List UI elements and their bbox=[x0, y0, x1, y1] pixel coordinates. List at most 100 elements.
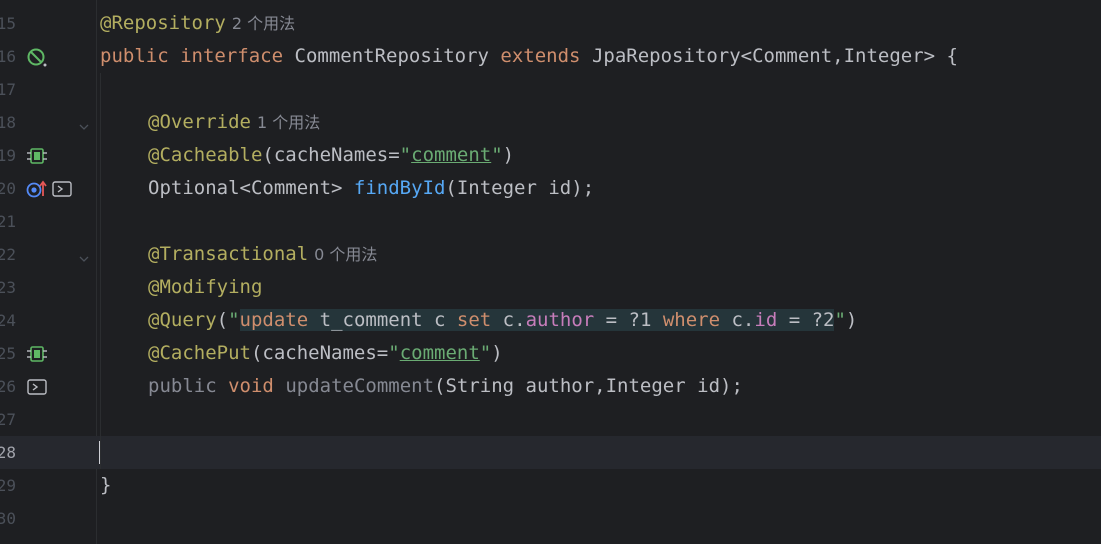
bean-icon[interactable] bbox=[27, 147, 47, 164]
keyword-token: interface bbox=[180, 45, 284, 67]
code-line[interactable]: 26 public void updateComment(String auth… bbox=[0, 370, 1101, 403]
identifier-token: (String author,Integer id); bbox=[434, 375, 743, 397]
line-number: 30 bbox=[0, 509, 16, 528]
code-line[interactable]: 18 @Override 1 个用法 bbox=[0, 106, 1101, 139]
annotation-token: @Override bbox=[148, 111, 251, 133]
keyword-token: void bbox=[228, 375, 274, 397]
code-text[interactable]: @Override 1 个用法 bbox=[148, 106, 320, 139]
annotation-token: @Query bbox=[148, 309, 217, 331]
identifier-token: CommentRepository bbox=[294, 45, 489, 67]
code-line[interactable]: 20 Optional<Comment> findById(Integer id… bbox=[0, 172, 1101, 205]
line-number: 23 bbox=[0, 278, 16, 297]
identifier-token: (Integer id); bbox=[445, 177, 595, 199]
usage-hint[interactable]: 0 个用法 bbox=[314, 245, 377, 264]
code-line[interactable]: 16 public interface CommentRepository ex… bbox=[0, 40, 1101, 73]
sql-field-token: author bbox=[525, 309, 595, 331]
code-line-current[interactable]: 28 bbox=[0, 436, 1101, 469]
method-name-token[interactable]: updateComment bbox=[285, 375, 434, 397]
usage-hint[interactable]: 1 个用法 bbox=[257, 113, 320, 132]
code-editor[interactable]: 15 @Repository 2 个用法 16 public interface … bbox=[0, 0, 1101, 544]
line-number: 24 bbox=[0, 311, 16, 330]
line-number: 22 bbox=[0, 245, 16, 264]
fold-chevron-icon[interactable] bbox=[78, 116, 90, 130]
code-line[interactable]: 22 @Transactional 0 个用法 bbox=[0, 238, 1101, 271]
code-text[interactable]: @Transactional 0 个用法 bbox=[148, 238, 377, 271]
code-text[interactable]: @Query("update t_comment c set c.author … bbox=[148, 304, 857, 337]
code-line[interactable]: 21 bbox=[0, 205, 1101, 238]
sql-identifier-token: c. bbox=[491, 309, 526, 331]
line-number: 15 bbox=[0, 14, 16, 33]
bean-icon[interactable] bbox=[27, 345, 47, 362]
sql-identifier-token: = ?1 bbox=[594, 309, 663, 331]
code-line[interactable]: 23 @Modifying bbox=[0, 271, 1101, 304]
code-line[interactable]: 17 bbox=[0, 73, 1101, 106]
keyword-token: public bbox=[148, 375, 217, 397]
annotation-token: @Cacheable bbox=[148, 144, 263, 166]
code-line[interactable]: 30 bbox=[0, 502, 1101, 535]
code-text[interactable]: @Cacheable(cacheNames="comment") bbox=[148, 139, 514, 172]
code-line[interactable]: 24 @Query("update t_comment c set c.auth… bbox=[0, 304, 1101, 337]
identifier-token: ) bbox=[502, 144, 515, 166]
sql-keyword-token: where bbox=[662, 309, 721, 331]
string-token: " bbox=[834, 309, 846, 331]
line-number: 20 bbox=[0, 179, 16, 198]
line-number: 27 bbox=[0, 410, 16, 429]
no-implementations-icon[interactable] bbox=[27, 48, 47, 67]
overrides-method-icon[interactable] bbox=[26, 180, 48, 198]
sql-keyword-token: set bbox=[456, 309, 492, 331]
line-number: 16 bbox=[0, 47, 16, 66]
identifier-token: (cacheNames= bbox=[250, 342, 389, 364]
line-number: 18 bbox=[0, 113, 16, 132]
fold-chevron-icon[interactable] bbox=[78, 248, 90, 262]
sql-identifier-token: c. bbox=[720, 309, 755, 331]
code-text[interactable]: Optional<Comment> findById(Integer id); bbox=[148, 172, 594, 205]
string-token: " bbox=[399, 144, 412, 166]
line-number: 29 bbox=[0, 476, 16, 495]
code-line[interactable]: 25 @CachePut(cacheNames="comment") bbox=[0, 337, 1101, 370]
code-text[interactable]: public interface CommentRepository exten… bbox=[100, 40, 958, 73]
keyword-token: public bbox=[100, 45, 169, 67]
code-text[interactable]: @Modifying bbox=[148, 271, 262, 304]
line-number: 21 bbox=[0, 212, 16, 231]
keyword-token: extends bbox=[500, 45, 581, 67]
sql-keyword-token: update bbox=[239, 309, 309, 331]
identifier-token: JpaRepository<Comment,Integer> { bbox=[591, 45, 958, 67]
line-number: 19 bbox=[0, 146, 16, 165]
annotation-token: @CachePut bbox=[148, 342, 251, 364]
string-token: " bbox=[479, 342, 492, 364]
string-token: " bbox=[228, 309, 240, 331]
annotation-token: @Repository bbox=[100, 12, 226, 34]
identifier-token: Optional<Comment> bbox=[148, 177, 354, 199]
code-line[interactable]: 27 bbox=[0, 403, 1101, 436]
code-line[interactable]: 19 @Cacheable(cacheNames="comment") bbox=[0, 139, 1101, 172]
sql-identifier-token: = ?2 bbox=[777, 309, 835, 331]
line-number: 25 bbox=[0, 344, 16, 363]
injected-sql-fragment[interactable]: update t_comment c set c.author = ?1 whe… bbox=[239, 309, 835, 331]
sql-query-icon[interactable] bbox=[52, 180, 72, 197]
indent-guide bbox=[100, 73, 101, 469]
string-link-token[interactable]: comment bbox=[400, 342, 480, 364]
identifier-token: ) bbox=[845, 309, 858, 331]
line-number: 17 bbox=[0, 80, 16, 99]
code-text[interactable]: public void updateComment(String author,… bbox=[148, 370, 743, 403]
code-text[interactable]: } bbox=[100, 469, 111, 502]
string-token: " bbox=[388, 342, 400, 364]
string-token: " bbox=[491, 144, 503, 166]
sql-query-icon[interactable] bbox=[27, 378, 47, 395]
identifier-token: ) bbox=[491, 342, 503, 364]
line-number: 28 bbox=[0, 443, 16, 462]
sql-identifier-token: t_comment c bbox=[308, 309, 457, 331]
usage-hint[interactable]: 2 个用法 bbox=[232, 14, 295, 33]
code-text[interactable]: @CachePut(cacheNames="comment") bbox=[148, 337, 503, 370]
annotation-token: @Transactional bbox=[148, 243, 309, 265]
string-link-token[interactable]: comment bbox=[411, 144, 491, 166]
identifier-token: ( bbox=[216, 309, 229, 331]
code-text[interactable]: @Repository 2 个用法 bbox=[100, 7, 295, 40]
line-number: 26 bbox=[0, 377, 16, 396]
method-name-token[interactable]: findById bbox=[354, 177, 446, 199]
code-line[interactable]: 15 @Repository 2 个用法 bbox=[0, 7, 1101, 40]
identifier-token: (cacheNames= bbox=[262, 144, 400, 166]
annotation-token: @Modifying bbox=[148, 276, 263, 298]
brace-token: } bbox=[100, 474, 112, 496]
code-line[interactable]: 29 } bbox=[0, 469, 1101, 502]
